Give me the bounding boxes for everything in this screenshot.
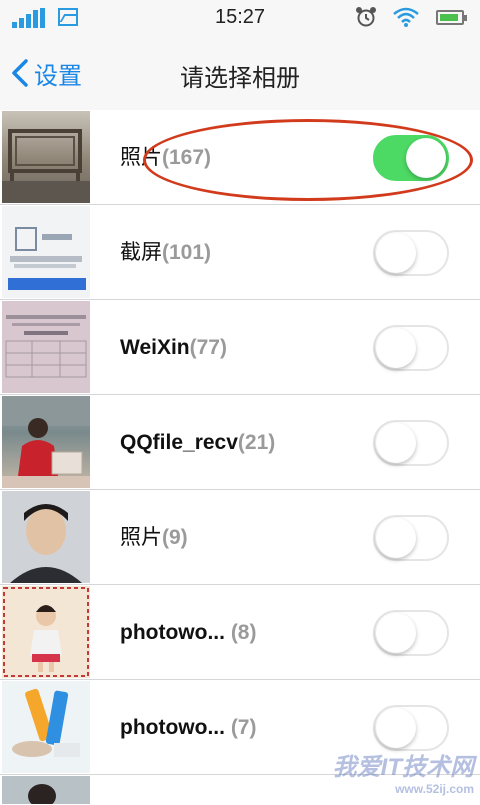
watermark-sub: www.52ij.com [395, 782, 474, 796]
album-toggle[interactable] [373, 135, 449, 181]
album-toggle[interactable] [373, 515, 449, 561]
toggle-knob [376, 423, 416, 463]
album-row[interactable]: QQfile_recv(21) [0, 395, 480, 490]
album-name: WeiXin [120, 336, 190, 359]
watermark: 我爱IT技术网 www.52ij.com [333, 747, 474, 796]
album-label: WeiXin(77) [120, 300, 227, 395]
album-count: (8) [224, 621, 257, 644]
album-thumbnail [2, 206, 90, 298]
status-bar: 15:27 [0, 0, 480, 36]
album-toggle[interactable] [373, 230, 449, 276]
album-name: 照片 [120, 526, 162, 549]
album-count: (7) [224, 716, 257, 739]
album-toggle[interactable] [373, 610, 449, 656]
album-row[interactable]: 截屏(101) [0, 205, 480, 300]
album-toggle[interactable] [373, 705, 449, 751]
battery-icon [436, 10, 467, 25]
album-thumbnail [2, 396, 90, 488]
album-name: photowo... [120, 621, 225, 644]
toggle-knob [376, 328, 416, 368]
album-row[interactable]: photowo... (8) [0, 585, 480, 680]
album-list: 照片(167) 截屏(101) WeiXin(77) QQfile_recv(2… [0, 110, 480, 805]
alarm-icon [356, 7, 376, 27]
album-label: QQfile_recv(21) [120, 395, 275, 490]
album-count: (77) [189, 336, 227, 359]
album-count: (21) [237, 431, 276, 454]
toggle-knob [376, 233, 416, 273]
watermark-text: 我爱IT技术网 [332, 754, 474, 781]
toggle-knob [376, 708, 416, 748]
album-count: (167) [162, 146, 212, 169]
album-label: 照片(9) [120, 490, 188, 585]
toggle-knob [376, 613, 416, 653]
album-count: (9) [162, 526, 188, 549]
album-row[interactable]: 照片(167) [0, 110, 480, 205]
toggle-knob [376, 518, 416, 558]
album-toggle[interactable] [373, 420, 449, 466]
album-label: 截屏(101) [120, 205, 211, 300]
album-thumbnail [2, 586, 90, 678]
album-label: photowo... (7) [120, 680, 256, 775]
album-row[interactable]: 照片(9) [0, 490, 480, 585]
album-name: 截屏 [120, 241, 162, 264]
album-toggle[interactable] [373, 325, 449, 371]
album-name: QQfile_recv [120, 431, 238, 454]
album-count: (101) [162, 241, 212, 264]
album-label: photowo... (8) [120, 585, 256, 680]
album-name: 照片 [120, 146, 162, 169]
toggle-knob [406, 138, 446, 178]
album-name: photowo... [120, 716, 225, 739]
album-thumbnail [2, 491, 90, 583]
page-title: 请选择相册 [180, 65, 300, 92]
navigation-bar: 设置 请选择相册 [0, 36, 480, 111]
album-thumbnail [2, 111, 90, 203]
album-thumbnail [2, 301, 90, 393]
album-row[interactable]: WeiXin(77) [0, 300, 480, 395]
battery-level [440, 14, 458, 21]
album-label: 照片(167) [120, 110, 211, 205]
album-thumbnail [2, 681, 90, 773]
wifi-icon [393, 7, 419, 27]
